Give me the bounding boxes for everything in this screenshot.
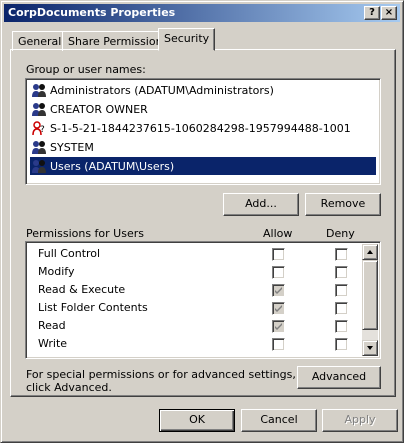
deny-checkbox[interactable] [335, 266, 348, 279]
allow-checkbox[interactable] [272, 320, 285, 333]
user-name-label: Administrators (ADATUM\Administrators) [50, 83, 274, 97]
tab-security-label: Security [164, 32, 210, 45]
add-button[interactable]: Add... [223, 193, 299, 216]
window-title: CorpDocuments Properties [8, 6, 176, 19]
deny-header: Deny [326, 227, 355, 240]
users-listbox[interactable]: Administrators (ADATUM\Administrators) CR… [25, 78, 381, 185]
user-name-label: S-1-5-21-1844237615-1060284298-195799448… [50, 121, 351, 135]
scroll-up-button[interactable] [362, 244, 378, 260]
user-list-item[interactable]: ? S-1-5-21-1844237615-1060284298-19579944… [30, 119, 376, 137]
permission-name: Read & Execute [38, 283, 126, 296]
unknown-user-icon: ? [32, 121, 45, 136]
user-name-label: CREATOR OWNER [50, 102, 148, 116]
arrow-up-icon [367, 250, 373, 254]
apply-button[interactable]: Apply [322, 409, 398, 432]
permission-name: Read [38, 319, 66, 332]
deny-checkbox[interactable] [335, 338, 348, 351]
group-icon [32, 103, 46, 116]
user-list-item[interactable]: Administrators (ADATUM\Administrators) [30, 81, 376, 99]
group-icon [32, 160, 46, 173]
permission-row: Full Control [30, 245, 360, 263]
permission-name: List Folder Contents [38, 301, 148, 314]
user-name-label: Users (ADATUM\Users) [50, 159, 175, 173]
allow-checkbox[interactable] [272, 248, 285, 261]
user-list-item[interactable]: Users (ADATUM\Users) [30, 157, 376, 175]
deny-checkbox[interactable] [335, 248, 348, 261]
allow-header: Allow [263, 227, 293, 240]
permissions-label: Permissions for Users [26, 227, 144, 240]
permission-row: List Folder Contents [30, 299, 360, 317]
permission-name: Modify [38, 265, 75, 278]
tab-share-permissions-label: Share Permissions [68, 35, 169, 48]
user-list-item[interactable]: SYSTEM [30, 138, 376, 156]
permission-row: Read & Execute [30, 281, 360, 299]
close-icon: × [384, 7, 394, 18]
permission-name: Write [38, 337, 68, 350]
tab-general[interactable]: General [12, 31, 68, 51]
help-icon: ? [369, 7, 375, 18]
allow-checkbox[interactable] [272, 284, 285, 297]
permissions-scrollbar[interactable] [362, 244, 378, 356]
group-icon [32, 141, 46, 154]
remove-button-label: Remove [320, 197, 366, 210]
remove-button[interactable]: Remove [305, 193, 381, 216]
advanced-button[interactable]: Advanced [297, 366, 381, 389]
allow-checkbox[interactable] [272, 302, 285, 315]
permission-row: Write [30, 335, 360, 353]
svg-text:?: ? [40, 125, 45, 135]
advanced-note-line2: click Advanced. [26, 381, 112, 394]
group-user-names-label: Group or user names: [26, 63, 146, 76]
properties-dialog: CorpDocuments Properties ? × General Sha… [0, 0, 404, 443]
permission-row: Read [30, 317, 360, 335]
scroll-down-button[interactable] [362, 340, 378, 356]
ok-button-label: OK [189, 413, 205, 426]
allow-checkbox[interactable] [272, 338, 285, 351]
deny-checkbox[interactable] [335, 302, 348, 315]
help-button[interactable]: ? [364, 6, 380, 20]
group-icon [32, 84, 46, 97]
tab-general-label: General [18, 35, 62, 48]
add-button-label: Add... [245, 197, 277, 210]
cancel-button[interactable]: Cancel [241, 409, 317, 432]
user-list-item[interactable]: CREATOR OWNER [30, 100, 376, 118]
advanced-note-line1: For special permissions or for advanced … [26, 368, 296, 381]
tab-security[interactable]: Security [158, 28, 216, 51]
title-bar[interactable]: CorpDocuments Properties ? × [4, 4, 400, 22]
ok-button[interactable]: OK [159, 409, 235, 432]
allow-checkbox[interactable] [272, 266, 285, 279]
permission-row: Modify [30, 263, 360, 281]
deny-checkbox[interactable] [335, 284, 348, 297]
permissions-list[interactable]: Full Control Modify Read & Execute List Fol… [25, 241, 381, 359]
deny-checkbox[interactable] [335, 320, 348, 333]
cancel-button-label: Cancel [260, 413, 298, 426]
arrow-down-icon [367, 346, 373, 350]
close-button[interactable]: × [381, 6, 397, 20]
scroll-thumb[interactable] [362, 260, 378, 330]
permission-name: Full Control [38, 247, 101, 260]
user-name-label: SYSTEM [50, 140, 94, 154]
apply-button-label: Apply [344, 413, 376, 426]
advanced-button-label: Advanced [311, 370, 367, 383]
